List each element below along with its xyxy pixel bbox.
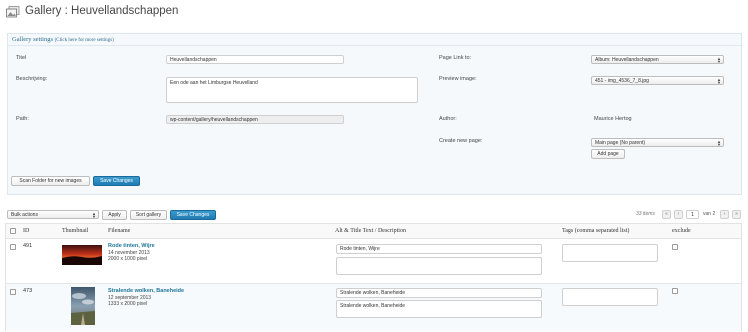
select-arrows-icon: ▲ ▼: [717, 56, 721, 64]
description-label: Beschrijving:: [16, 76, 48, 82]
col-alt-description[interactable]: Alt & Title Text / Description: [335, 228, 406, 234]
current-page-input[interactable]: 1: [686, 210, 699, 219]
prev-page-button[interactable]: ‹: [674, 210, 683, 219]
description-textarea[interactable]: [336, 257, 542, 275]
preview-image-select[interactable]: 451 - img_4536_7_8.jpg ▲ ▼: [591, 76, 724, 85]
page-title: Gallery : Heuvellandschappen: [25, 5, 179, 17]
save-changes-button[interactable]: Save Changes: [93, 176, 140, 186]
row-checkbox[interactable]: [10, 289, 16, 295]
last-page-button[interactable]: »: [732, 210, 741, 219]
preview-image-label: Preview image:: [439, 76, 477, 82]
settings-title-text: Gallery settings: [12, 36, 53, 43]
tags-textarea[interactable]: [562, 288, 658, 306]
gallery-icon: [6, 6, 20, 18]
settings-title: Gallery settings (Click here for more se…: [12, 36, 114, 43]
select-arrows-icon: ▲ ▼: [92, 211, 96, 219]
sort-gallery-button[interactable]: Sort gallery: [130, 210, 167, 220]
apply-button[interactable]: Apply: [102, 210, 127, 220]
total-pages: van 2: [703, 211, 716, 217]
col-thumbnail: Thumbnail: [62, 228, 89, 234]
col-exclude[interactable]: exclude: [672, 228, 691, 234]
next-page-button[interactable]: ›: [720, 210, 729, 219]
description-textarea[interactable]: Stralende wolken, Baneheide: [336, 300, 542, 318]
col-tags: Tags (comma separated list): [562, 228, 630, 234]
file-dimensions: 2000 x 1000 pixel: [108, 256, 148, 262]
filename-link[interactable]: Rode tinten, Wijre: [108, 243, 155, 249]
select-arrows-icon: ▲ ▼: [717, 139, 721, 147]
create-page-label: Create new page:: [439, 138, 483, 144]
row-id: 491: [23, 243, 33, 249]
select-arrows-icon: ▲ ▼: [717, 77, 721, 85]
settings-header: Gallery settings (Click here for more se…: [8, 34, 741, 46]
create-page-select[interactable]: Main page (No parent) ▲ ▼: [591, 138, 724, 147]
exclude-checkbox[interactable]: [672, 244, 678, 250]
first-page-button[interactable]: «: [662, 210, 671, 219]
create-page-value: Main page (No parent): [595, 140, 646, 146]
preview-image-value: 451 - img_4536_7_8.jpg: [595, 78, 649, 84]
file-dimensions: 1333 x 2000 pixel: [108, 301, 148, 307]
page-link-label: Page Link to:: [439, 55, 472, 61]
bulk-actions-select[interactable]: Bulk actions ▲ ▼: [7, 210, 99, 219]
tags-textarea[interactable]: [562, 244, 658, 262]
row-checkbox[interactable]: [10, 244, 16, 250]
title-input[interactable]: Heuvellandschappen: [166, 55, 344, 64]
path-label: Path:: [16, 116, 29, 122]
save-changes-button-2[interactable]: Save Changes: [170, 210, 216, 220]
author-label: Author:: [439, 116, 457, 122]
scan-folder-button[interactable]: Scan Folder for new images: [11, 176, 90, 186]
filename-link[interactable]: Stralende wolken, Baneheide: [108, 288, 184, 294]
thumbnail-image[interactable]: [71, 287, 95, 325]
page-link-value: Album: Heuvellandschappen: [595, 57, 659, 63]
items-count: 33 items: [636, 211, 655, 217]
path-input: wp-content/gallery/heuvellandschappen: [166, 115, 344, 124]
alt-text-input[interactable]: Stralende wolken, Baneheide: [336, 288, 542, 298]
exclude-checkbox[interactable]: [672, 288, 678, 294]
select-all-checkbox[interactable]: [10, 228, 16, 234]
page-link-select[interactable]: Album: Heuvellandschappen ▲ ▼: [591, 55, 724, 64]
col-filename[interactable]: Filename: [108, 228, 130, 234]
alt-text-input[interactable]: Rode tinten, Wijre: [336, 244, 542, 254]
author-value: Maurice Hertog: [594, 116, 632, 122]
row-id: 473: [23, 288, 33, 294]
description-textarea[interactable]: Een ode aan het Limburgse Heuvelland: [166, 77, 418, 103]
col-id[interactable]: ID: [23, 228, 29, 234]
thumbnail-image[interactable]: [62, 245, 102, 265]
title-label: Titel: [16, 55, 27, 61]
add-page-button[interactable]: Add page: [591, 149, 625, 159]
more-settings-link[interactable]: (Click here for more settings): [55, 38, 114, 43]
bulk-actions-value: Bulk actions: [11, 212, 38, 218]
